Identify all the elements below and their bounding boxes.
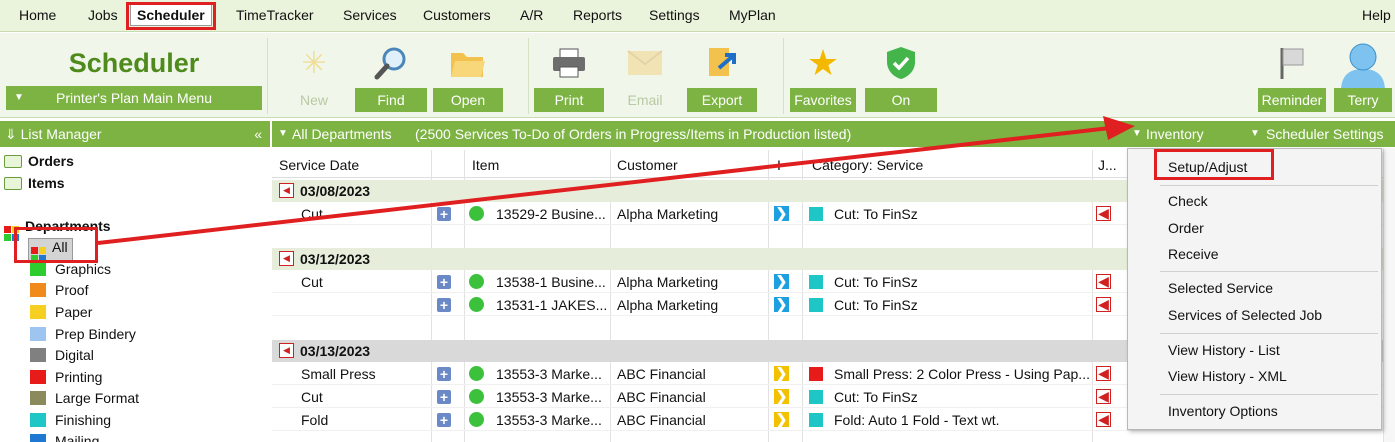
annotation-arrow-icon	[97, 116, 1135, 245]
